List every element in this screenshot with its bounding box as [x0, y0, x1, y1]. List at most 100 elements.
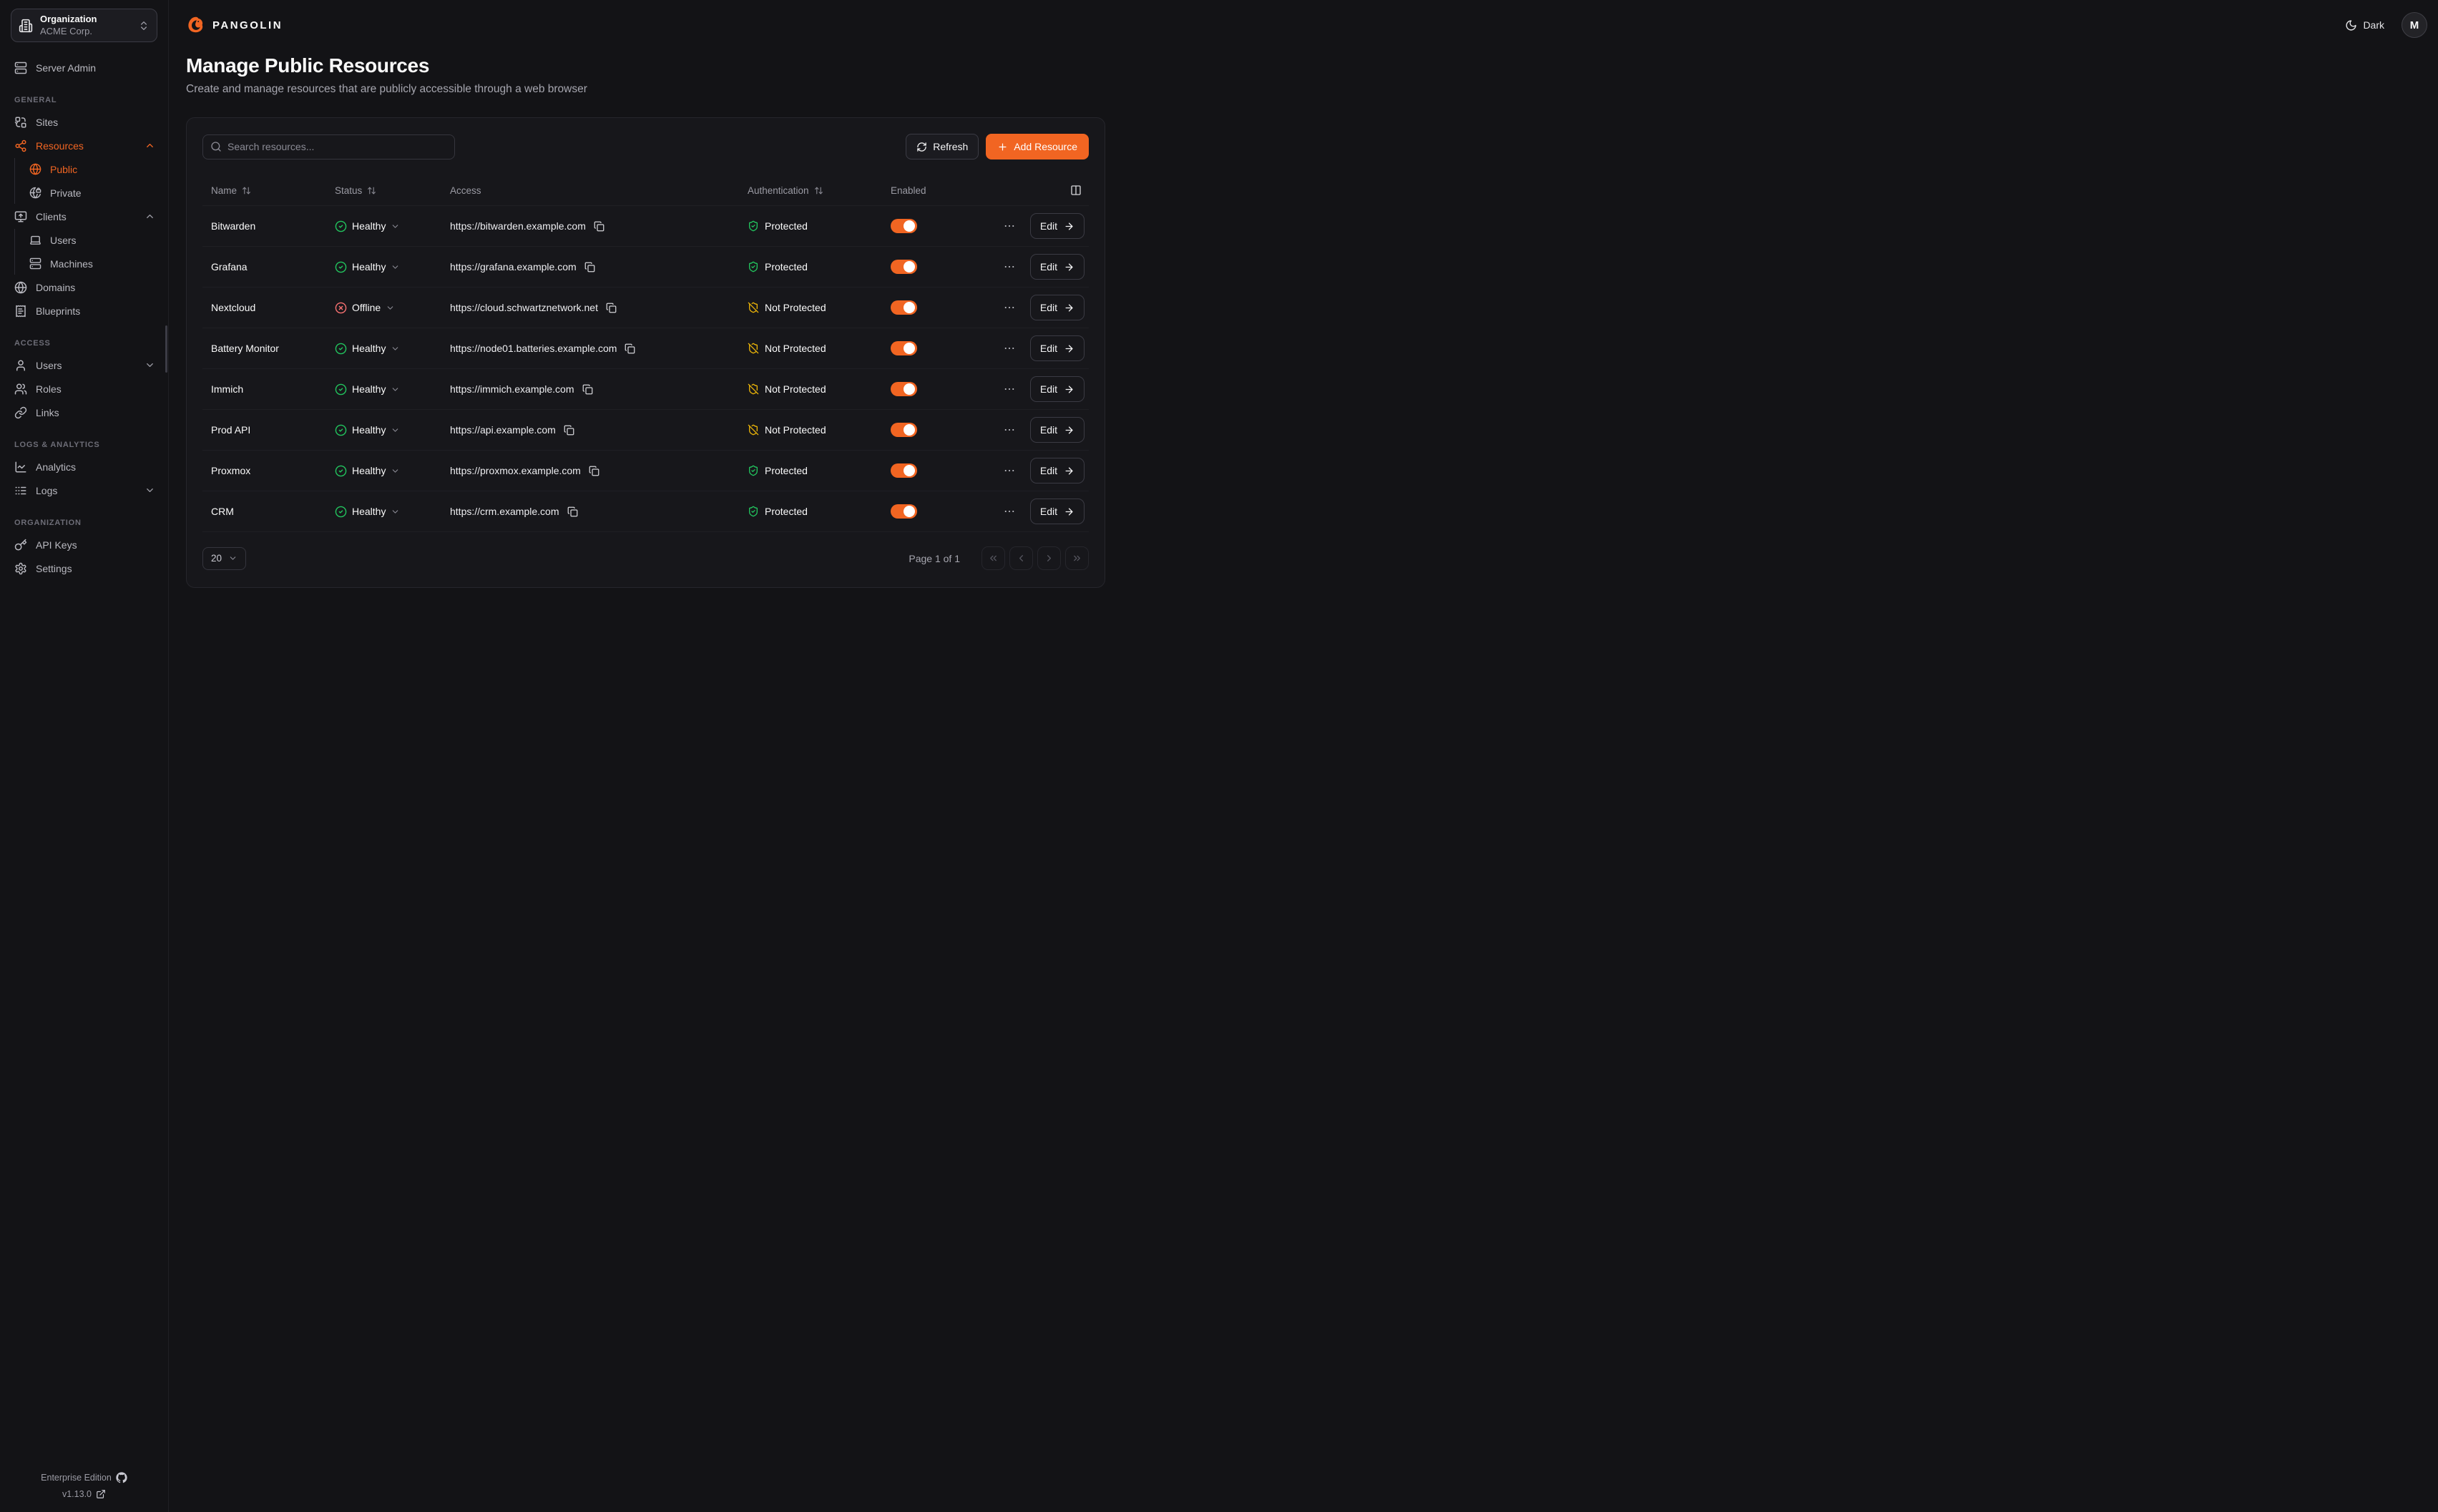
enabled-toggle[interactable]	[891, 300, 917, 315]
row-menu-button[interactable]	[1002, 300, 1017, 315]
resource-url[interactable]: https://cloud.schwartznetwork.net	[450, 302, 598, 313]
search-input[interactable]	[202, 134, 455, 159]
row-menu-button[interactable]	[1002, 463, 1017, 478]
columns-icon	[1070, 185, 1082, 196]
status-dropdown[interactable]: Healthy	[326, 424, 441, 436]
copy-url-button[interactable]	[592, 220, 606, 233]
row-menu-button[interactable]	[1002, 218, 1017, 234]
edit-button[interactable]: Edit	[1030, 458, 1085, 483]
add-resource-button[interactable]: Add Resource	[986, 134, 1089, 159]
sidebar-item-analytics[interactable]: Analytics	[14, 456, 155, 478]
copy-url-button[interactable]	[562, 423, 576, 437]
resource-url[interactable]: https://grafana.example.com	[450, 261, 577, 273]
edit-button[interactable]: Edit	[1030, 295, 1085, 320]
first-page-button[interactable]	[981, 546, 1005, 570]
page-size-select[interactable]: 20	[202, 547, 246, 570]
ellipsis-icon	[1003, 423, 1016, 436]
sidebar-item-logs[interactable]: Logs	[14, 479, 155, 501]
next-page-button[interactable]	[1037, 546, 1061, 570]
enabled-toggle[interactable]	[891, 382, 917, 396]
sidebar-item-resources[interactable]: Resources	[14, 134, 155, 157]
circle-check-icon	[335, 465, 347, 477]
chevron-right-icon	[1044, 553, 1054, 564]
enabled-toggle[interactable]	[891, 219, 917, 233]
edit-label: Edit	[1040, 465, 1057, 476]
row-menu-button[interactable]	[1002, 259, 1017, 275]
edit-button[interactable]: Edit	[1030, 499, 1085, 524]
status-dropdown[interactable]: Healthy	[326, 506, 441, 518]
copy-url-button[interactable]	[587, 464, 601, 478]
edition-link[interactable]: Enterprise Edition	[41, 1472, 127, 1483]
enabled-toggle[interactable]	[891, 463, 917, 478]
prev-page-button[interactable]	[1009, 546, 1033, 570]
resource-url[interactable]: https://crm.example.com	[450, 506, 559, 517]
edit-button[interactable]: Edit	[1030, 376, 1085, 402]
edit-label: Edit	[1040, 506, 1057, 517]
circle-check-icon	[335, 220, 347, 232]
enabled-toggle[interactable]	[891, 341, 917, 355]
edit-button[interactable]: Edit	[1030, 213, 1085, 239]
row-menu-button[interactable]	[1002, 381, 1017, 397]
resource-url[interactable]: https://bitwarden.example.com	[450, 220, 586, 232]
enabled-toggle[interactable]	[891, 504, 917, 519]
status-dropdown[interactable]: Healthy	[326, 383, 441, 396]
sidebar-item-api-keys[interactable]: API Keys	[14, 534, 155, 556]
enabled-toggle[interactable]	[891, 423, 917, 437]
sidebar-scrollbar-thumb[interactable]	[165, 325, 167, 373]
edit-button[interactable]: Edit	[1030, 254, 1085, 280]
sidebar-item-links[interactable]: Links	[14, 401, 155, 423]
sidebar-item-public[interactable]: Public	[15, 158, 155, 180]
copy-url-button[interactable]	[581, 383, 594, 396]
resource-url[interactable]: https://proxmox.example.com	[450, 465, 581, 476]
row-menu-button[interactable]	[1002, 504, 1017, 519]
copy-url-button[interactable]	[583, 260, 597, 274]
sidebar-item-users[interactable]: Users	[14, 354, 155, 376]
status-dropdown[interactable]: Healthy	[326, 343, 441, 355]
brand: PANGOLIN	[186, 16, 283, 35]
last-page-button[interactable]	[1065, 546, 1089, 570]
sidebar-item-label: Public	[50, 164, 77, 175]
status-label: Healthy	[352, 261, 386, 273]
sidebar-item-domains[interactable]: Domains	[14, 276, 155, 298]
copy-url-button[interactable]	[623, 342, 637, 355]
copy-url-button[interactable]	[566, 505, 579, 519]
status-dropdown[interactable]: Healthy	[326, 465, 441, 477]
enabled-toggle[interactable]	[891, 260, 917, 274]
edit-button[interactable]: Edit	[1030, 417, 1085, 443]
org-selector[interactable]: Organization ACME Corp.	[11, 9, 157, 42]
circle-check-icon	[335, 261, 347, 273]
column-settings-button[interactable]	[1069, 183, 1083, 197]
column-header-status[interactable]: Status	[326, 185, 441, 196]
sidebar-item-blueprints[interactable]: Blueprints	[14, 300, 155, 322]
sidebar-item-sites[interactable]: Sites	[14, 111, 155, 133]
sidebar-item-clients[interactable]: Clients	[14, 205, 155, 227]
avatar[interactable]: M	[2402, 12, 2427, 38]
edit-button[interactable]: Edit	[1030, 335, 1085, 361]
sidebar-item-label: Server Admin	[36, 62, 96, 74]
row-menu-button[interactable]	[1002, 422, 1017, 438]
column-header-access: Access	[441, 185, 739, 196]
sidebar-item-settings[interactable]: Settings	[14, 557, 155, 579]
sidebar-item-private[interactable]: Private	[15, 182, 155, 204]
status-dropdown[interactable]: Healthy	[326, 261, 441, 273]
column-header-name[interactable]: Name	[202, 185, 326, 196]
resource-url[interactable]: https://api.example.com	[450, 424, 556, 436]
theme-toggle-button[interactable]: Dark	[2341, 19, 2389, 32]
sidebar-item-machines[interactable]: Machines	[15, 252, 155, 275]
sidebar-item-roles[interactable]: Roles	[14, 378, 155, 400]
sidebar-item-label: Clients	[36, 211, 67, 222]
resource-url[interactable]: https://immich.example.com	[450, 383, 574, 395]
sidebar-item-users[interactable]: Users	[15, 229, 155, 251]
access-cell: https://grafana.example.com	[441, 260, 739, 274]
refresh-button[interactable]: Refresh	[906, 134, 979, 159]
column-header-authentication[interactable]: Authentication	[739, 185, 882, 196]
version-link[interactable]: v1.13.0	[62, 1489, 106, 1499]
row-menu-button[interactable]	[1002, 340, 1017, 356]
arrow-right-icon	[1064, 466, 1074, 476]
copy-url-button[interactable]	[604, 301, 618, 315]
status-dropdown[interactable]: Offline	[326, 302, 441, 314]
sidebar-item-server-admin[interactable]: Server Admin	[14, 57, 155, 79]
resource-url[interactable]: https://node01.batteries.example.com	[450, 343, 617, 354]
row-actions: Edit	[989, 499, 1089, 524]
status-dropdown[interactable]: Healthy	[326, 220, 441, 232]
